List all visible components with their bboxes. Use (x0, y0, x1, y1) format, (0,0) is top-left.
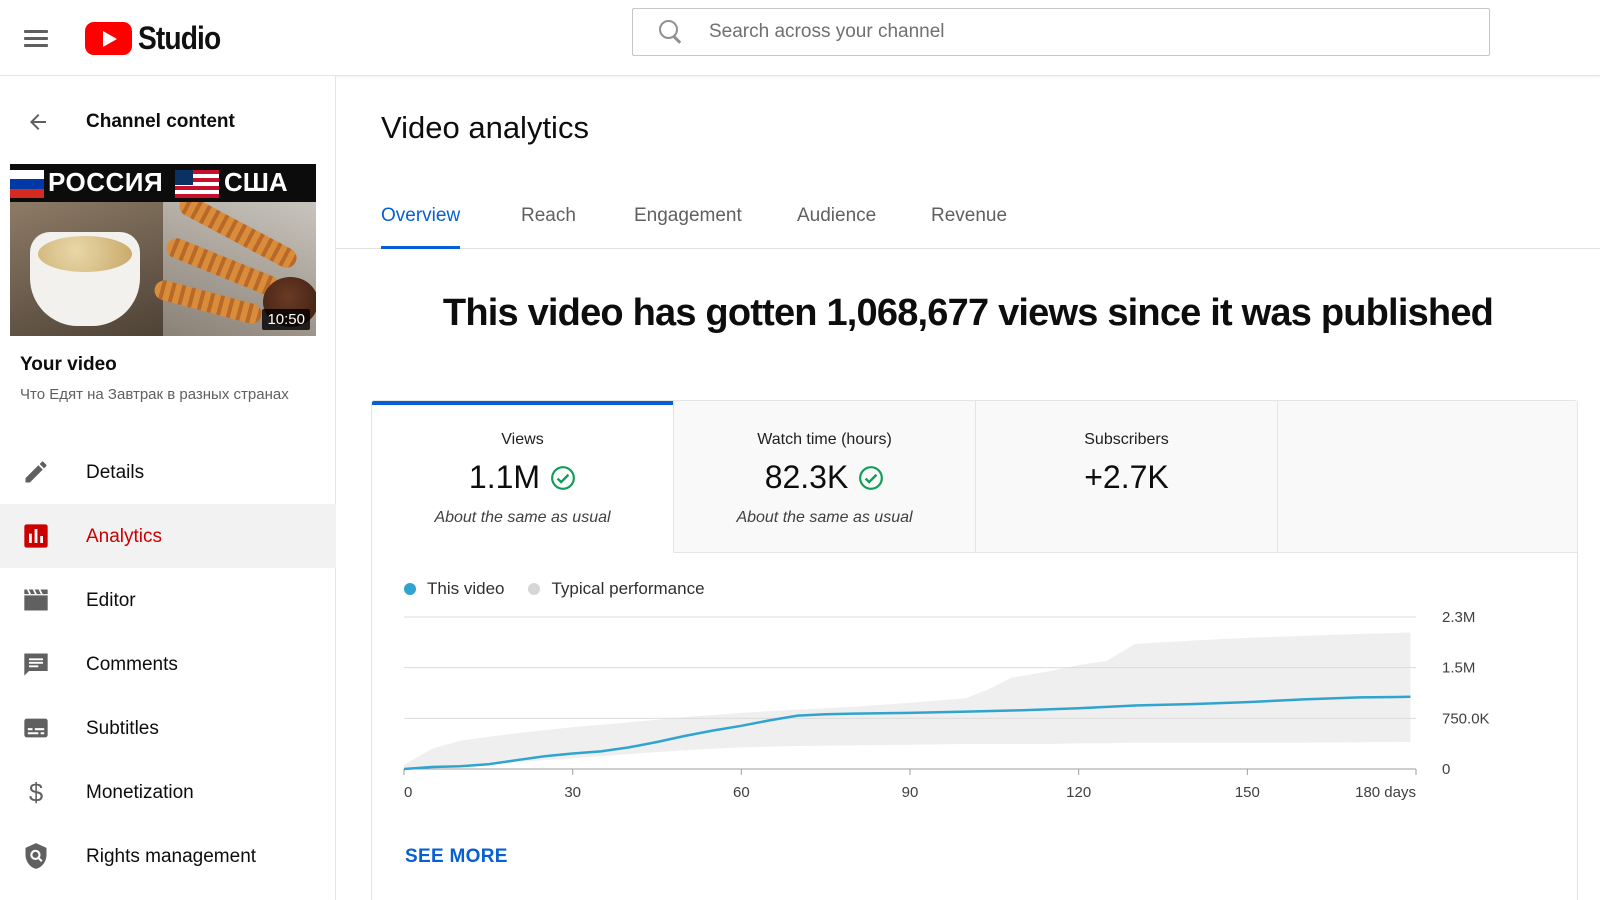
sidebar-item-rights-management[interactable]: Rights management (0, 824, 336, 888)
metric-value-text: 82.3K (764, 459, 849, 495)
metric-value: 1.1M (372, 459, 673, 496)
x-tick-label: 90 (902, 784, 919, 801)
subtitles-icon (24, 718, 48, 738)
check-circle-icon (551, 465, 575, 490)
sidebar-item-details[interactable]: Details (0, 440, 336, 504)
tab-reach[interactable]: Reach (521, 172, 576, 249)
hamburger-menu-icon[interactable] (20, 22, 52, 54)
x-tick-label: 150 (1235, 784, 1260, 801)
sidebar-item-label: Rights management (86, 846, 257, 867)
legend-this-video: This video (404, 579, 504, 599)
check-circle-icon (859, 465, 884, 490)
tab-engagement[interactable]: Engagement (634, 172, 742, 249)
metric-value: 82.3K (674, 459, 975, 496)
sidebar-item-label: Subtitles (86, 718, 159, 739)
sidebar-item-label: Editor (86, 590, 136, 611)
metric-value-text: 1.1M (468, 459, 541, 495)
sidebar-item-comments[interactable]: Comments (0, 632, 336, 696)
search-box (632, 8, 1490, 56)
metric-subscribers[interactable]: Subscribers +2.7K (976, 401, 1278, 553)
legend-dot (404, 583, 416, 595)
pencil-icon (25, 461, 47, 483)
metric-watch-time[interactable]: Watch time (hours) 82.3K About the same … (674, 401, 976, 553)
analytics-icon (24, 524, 48, 548)
metric-value: +2.7K (976, 459, 1277, 496)
legend-dot (528, 583, 541, 595)
overview-card: Views 1.1M About the same as usual Watch… (371, 400, 1578, 900)
logo-text: Studio (138, 19, 221, 56)
studio-logo[interactable]: Studio (85, 14, 232, 62)
y-tick-label: 0 (1442, 761, 1450, 778)
svg-text:$: $ (29, 779, 43, 806)
views-chart: 0 750.0K 1.5M 2.3M 0 30 60 90 120 150 180 days (403, 609, 1490, 801)
comment-icon (24, 653, 48, 676)
analytics-tabs: Overview Reach Engagement Audience Reven… (336, 172, 1600, 249)
thumbnail-banner: РОССИЯ США (10, 164, 316, 202)
russia-flag-icon (10, 170, 44, 198)
clapperboard-icon (24, 589, 48, 611)
sidebar-item-label: Comments (86, 654, 178, 675)
chart-legend: This video Typical performance (404, 579, 729, 599)
page-title: Video analytics (381, 110, 589, 145)
sidebar-item-label: Details (86, 462, 145, 483)
video-duration: 10:50 (262, 309, 310, 330)
tab-overview[interactable]: Overview (381, 172, 461, 249)
x-tick-label: 0 (404, 784, 412, 801)
sidebar-item-label: Analytics (86, 526, 163, 547)
back-label: Channel content (86, 111, 235, 132)
thumbnail-caption-left: РОССИЯ (48, 167, 164, 197)
metric-empty-slot (1278, 401, 1577, 553)
top-bar: Studio (0, 0, 1600, 76)
tab-audience[interactable]: Audience (797, 172, 876, 249)
sidebar-item-monetization[interactable]: $ Monetization (0, 760, 336, 824)
sidebar: Channel content РОССИЯ США 10:50 Your vi… (0, 76, 336, 900)
thumbnail-porridge-image (10, 202, 163, 336)
metric-note: About the same as usual (736, 509, 913, 526)
sidebar-item-label: Monetization (86, 782, 194, 803)
metric-value-text: +2.7K (1084, 459, 1169, 495)
your-video-label: Your video (20, 354, 117, 375)
sidebar-item-editor[interactable]: Editor (0, 568, 336, 632)
dollar-icon: $ (29, 779, 43, 806)
back-to-channel-content[interactable]: Channel content (0, 100, 336, 144)
youtube-play-icon (85, 21, 132, 55)
tab-revenue[interactable]: Revenue (931, 172, 1007, 249)
see-more-link[interactable]: SEE MORE (405, 846, 508, 868)
y-tick-label: 2.3M (1442, 609, 1475, 626)
x-tick-label: 180 days (1355, 784, 1416, 801)
sidebar-item-subtitles[interactable]: Subtitles (0, 696, 336, 760)
search-input[interactable] (709, 21, 1449, 43)
x-tick-label: 60 (733, 784, 750, 801)
metric-tabs: Views 1.1M About the same as usual Watch… (372, 401, 1577, 553)
legend-label: This video (427, 579, 505, 598)
metric-views[interactable]: Views 1.1M About the same as usual (372, 401, 674, 553)
sidebar-nav: Details Analytics Editor Comments Subtit… (0, 440, 336, 888)
sidebar-item-analytics[interactable]: Analytics (0, 504, 336, 568)
metric-label: Views (501, 431, 544, 448)
y-tick-label: 1.5M (1442, 660, 1475, 677)
thumbnail-caption-right: США (224, 167, 288, 197)
x-tick-label: 30 (564, 784, 581, 801)
search-icon[interactable] (657, 18, 685, 46)
views-headline: This video has gotten 1,068,677 views si… (442, 292, 1494, 334)
x-tick-label: 120 (1066, 784, 1091, 801)
legend-typical-performance: Typical performance (528, 579, 705, 599)
legend-label: Typical performance (551, 579, 705, 598)
y-tick-label: 750.0K (1442, 710, 1490, 727)
usa-flag-icon (175, 170, 219, 198)
metric-label: Watch time (hours) (757, 431, 892, 448)
shield-icon (25, 843, 47, 869)
video-thumbnail[interactable]: РОССИЯ США 10:50 (10, 164, 316, 336)
metric-label: Subscribers (1084, 431, 1169, 448)
metric-note: About the same as usual (434, 509, 611, 526)
back-arrow-icon (30, 114, 46, 130)
video-title: Что Едят на Завтрак в разных странах (20, 386, 289, 403)
